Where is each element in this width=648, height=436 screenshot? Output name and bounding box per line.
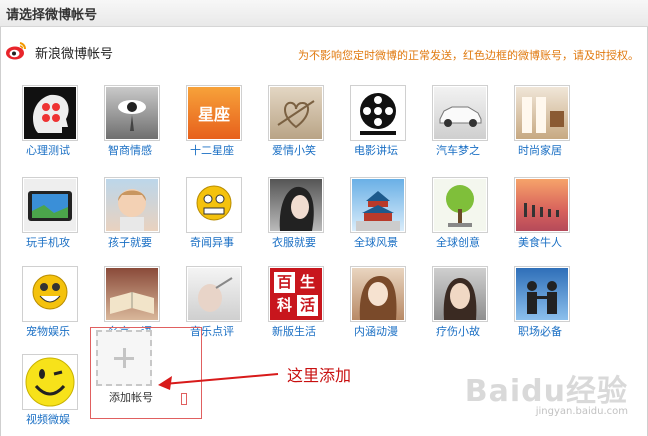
annotation-text: 这里添加 xyxy=(287,366,352,385)
account-tile[interactable]: 内涵动漫 xyxy=(340,266,412,346)
weibo-logo-icon xyxy=(6,42,27,60)
account-label: 全球风景 xyxy=(354,236,398,249)
account-label: 十二星座 xyxy=(190,144,234,157)
account-tile[interactable]: 孩子就要 xyxy=(94,177,166,257)
account-avatar xyxy=(104,85,160,141)
account-tile[interactable]: 奇闻异事 xyxy=(176,177,248,257)
account-name: 新浪微博帐号 xyxy=(35,47,114,62)
account-tile[interactable]: 视频微娱 xyxy=(12,354,84,434)
account-label: 宠物娱乐 xyxy=(26,325,70,338)
account-label: 时尚家居 xyxy=(518,144,562,157)
watermark-brand: Baidu经验 xyxy=(464,374,628,409)
account-tile[interactable]: 职场必备 xyxy=(504,266,576,346)
account-tile[interactable]: 电影讲坛 xyxy=(340,85,412,165)
account-avatar xyxy=(432,266,488,322)
account-avatar xyxy=(22,266,78,322)
account-tile[interactable]: 衣服就要 xyxy=(258,177,330,257)
account-tile[interactable]: 时尚家居 xyxy=(504,85,576,165)
account-avatar xyxy=(514,85,570,141)
account-tile[interactable]: 汽车梦之 xyxy=(422,85,494,165)
account-avatar xyxy=(268,85,324,141)
account-avatar xyxy=(104,177,160,233)
account-label: 衣服就要 xyxy=(272,236,316,249)
page-title: 请选择微博帐号 xyxy=(6,8,98,23)
account-label: 汽车梦之 xyxy=(436,144,480,157)
account-avatar xyxy=(22,354,78,410)
account-label: 心理测试 xyxy=(26,144,70,157)
account-tile[interactable]: 疗伤小故 xyxy=(422,266,494,346)
account-avatar xyxy=(514,266,570,322)
account-label: 智商情感 xyxy=(108,144,152,157)
arrow-icon xyxy=(158,373,279,390)
account-tile[interactable]: 百 生 科 活 新版生活 xyxy=(258,266,330,346)
account-header: 新浪微博帐号 为不影响您定时微博的正常发送，红色边框的微博账号，请及时授权。 xyxy=(1,35,647,69)
account-label: 孩子就要 xyxy=(108,236,152,249)
account-label: 奇闻异事 xyxy=(190,236,234,249)
account-label: 新版生活 xyxy=(272,325,316,338)
account-label: 职场必备 xyxy=(518,325,562,338)
star-sign-text: 星座 xyxy=(197,105,230,124)
account-avatar: 星座 xyxy=(186,85,242,141)
account-avatar xyxy=(350,266,406,322)
life-char-1: 百 xyxy=(274,272,295,293)
account-tile[interactable]: 玩手机攻 xyxy=(12,177,84,257)
account-label: 全球创意 xyxy=(436,236,480,249)
account-label: 爱情小笑 xyxy=(272,144,316,157)
account-tile[interactable]: 全球创意 xyxy=(422,177,494,257)
account-avatar xyxy=(432,177,488,233)
watermark: Baidu经验 jingyan.baidu.com xyxy=(465,366,628,417)
account-avatar xyxy=(186,266,242,322)
account-tile[interactable]: 全球风景 xyxy=(340,177,412,257)
account-tile[interactable]: 宠物娱乐 xyxy=(12,266,84,346)
account-label: 内涵动漫 xyxy=(354,325,398,338)
account-avatar xyxy=(22,85,78,141)
account-tile[interactable]: 心理测试 xyxy=(12,85,84,165)
account-avatar xyxy=(104,266,160,322)
account-label: 电影讲坛 xyxy=(354,144,398,157)
life-char-3: 科 xyxy=(276,296,292,314)
authorization-notice: 为不影响您定时微博的正常发送，红色边框的微博账号，请及时授权。 xyxy=(298,49,639,62)
life-char-2: 生 xyxy=(299,273,315,291)
life-char-4: 活 xyxy=(297,295,318,316)
red-mark xyxy=(181,393,187,405)
account-tile[interactable]: 美食牛人 xyxy=(504,177,576,257)
add-account-button[interactable] xyxy=(96,330,152,386)
account-tile[interactable]: 智商情感 xyxy=(94,85,166,165)
account-label: 玩手机攻 xyxy=(26,236,70,249)
account-label: 美食牛人 xyxy=(518,236,562,249)
account-avatar xyxy=(22,177,78,233)
account-label: 视频微娱 xyxy=(26,413,70,426)
account-tile[interactable]: 星座 十二星座 xyxy=(176,85,248,165)
account-avatar xyxy=(514,177,570,233)
account-avatar: 百 生 科 活 xyxy=(268,266,324,322)
account-label: 疗伤小故 xyxy=(436,325,480,338)
account-tile[interactable]: 爱情小笑 xyxy=(258,85,330,165)
account-avatar xyxy=(432,85,488,141)
account-avatar xyxy=(186,177,242,233)
account-avatar xyxy=(350,85,406,141)
account-avatar xyxy=(350,177,406,233)
account-avatar xyxy=(268,177,324,233)
title-bar: 请选择微博帐号 xyxy=(0,0,648,27)
